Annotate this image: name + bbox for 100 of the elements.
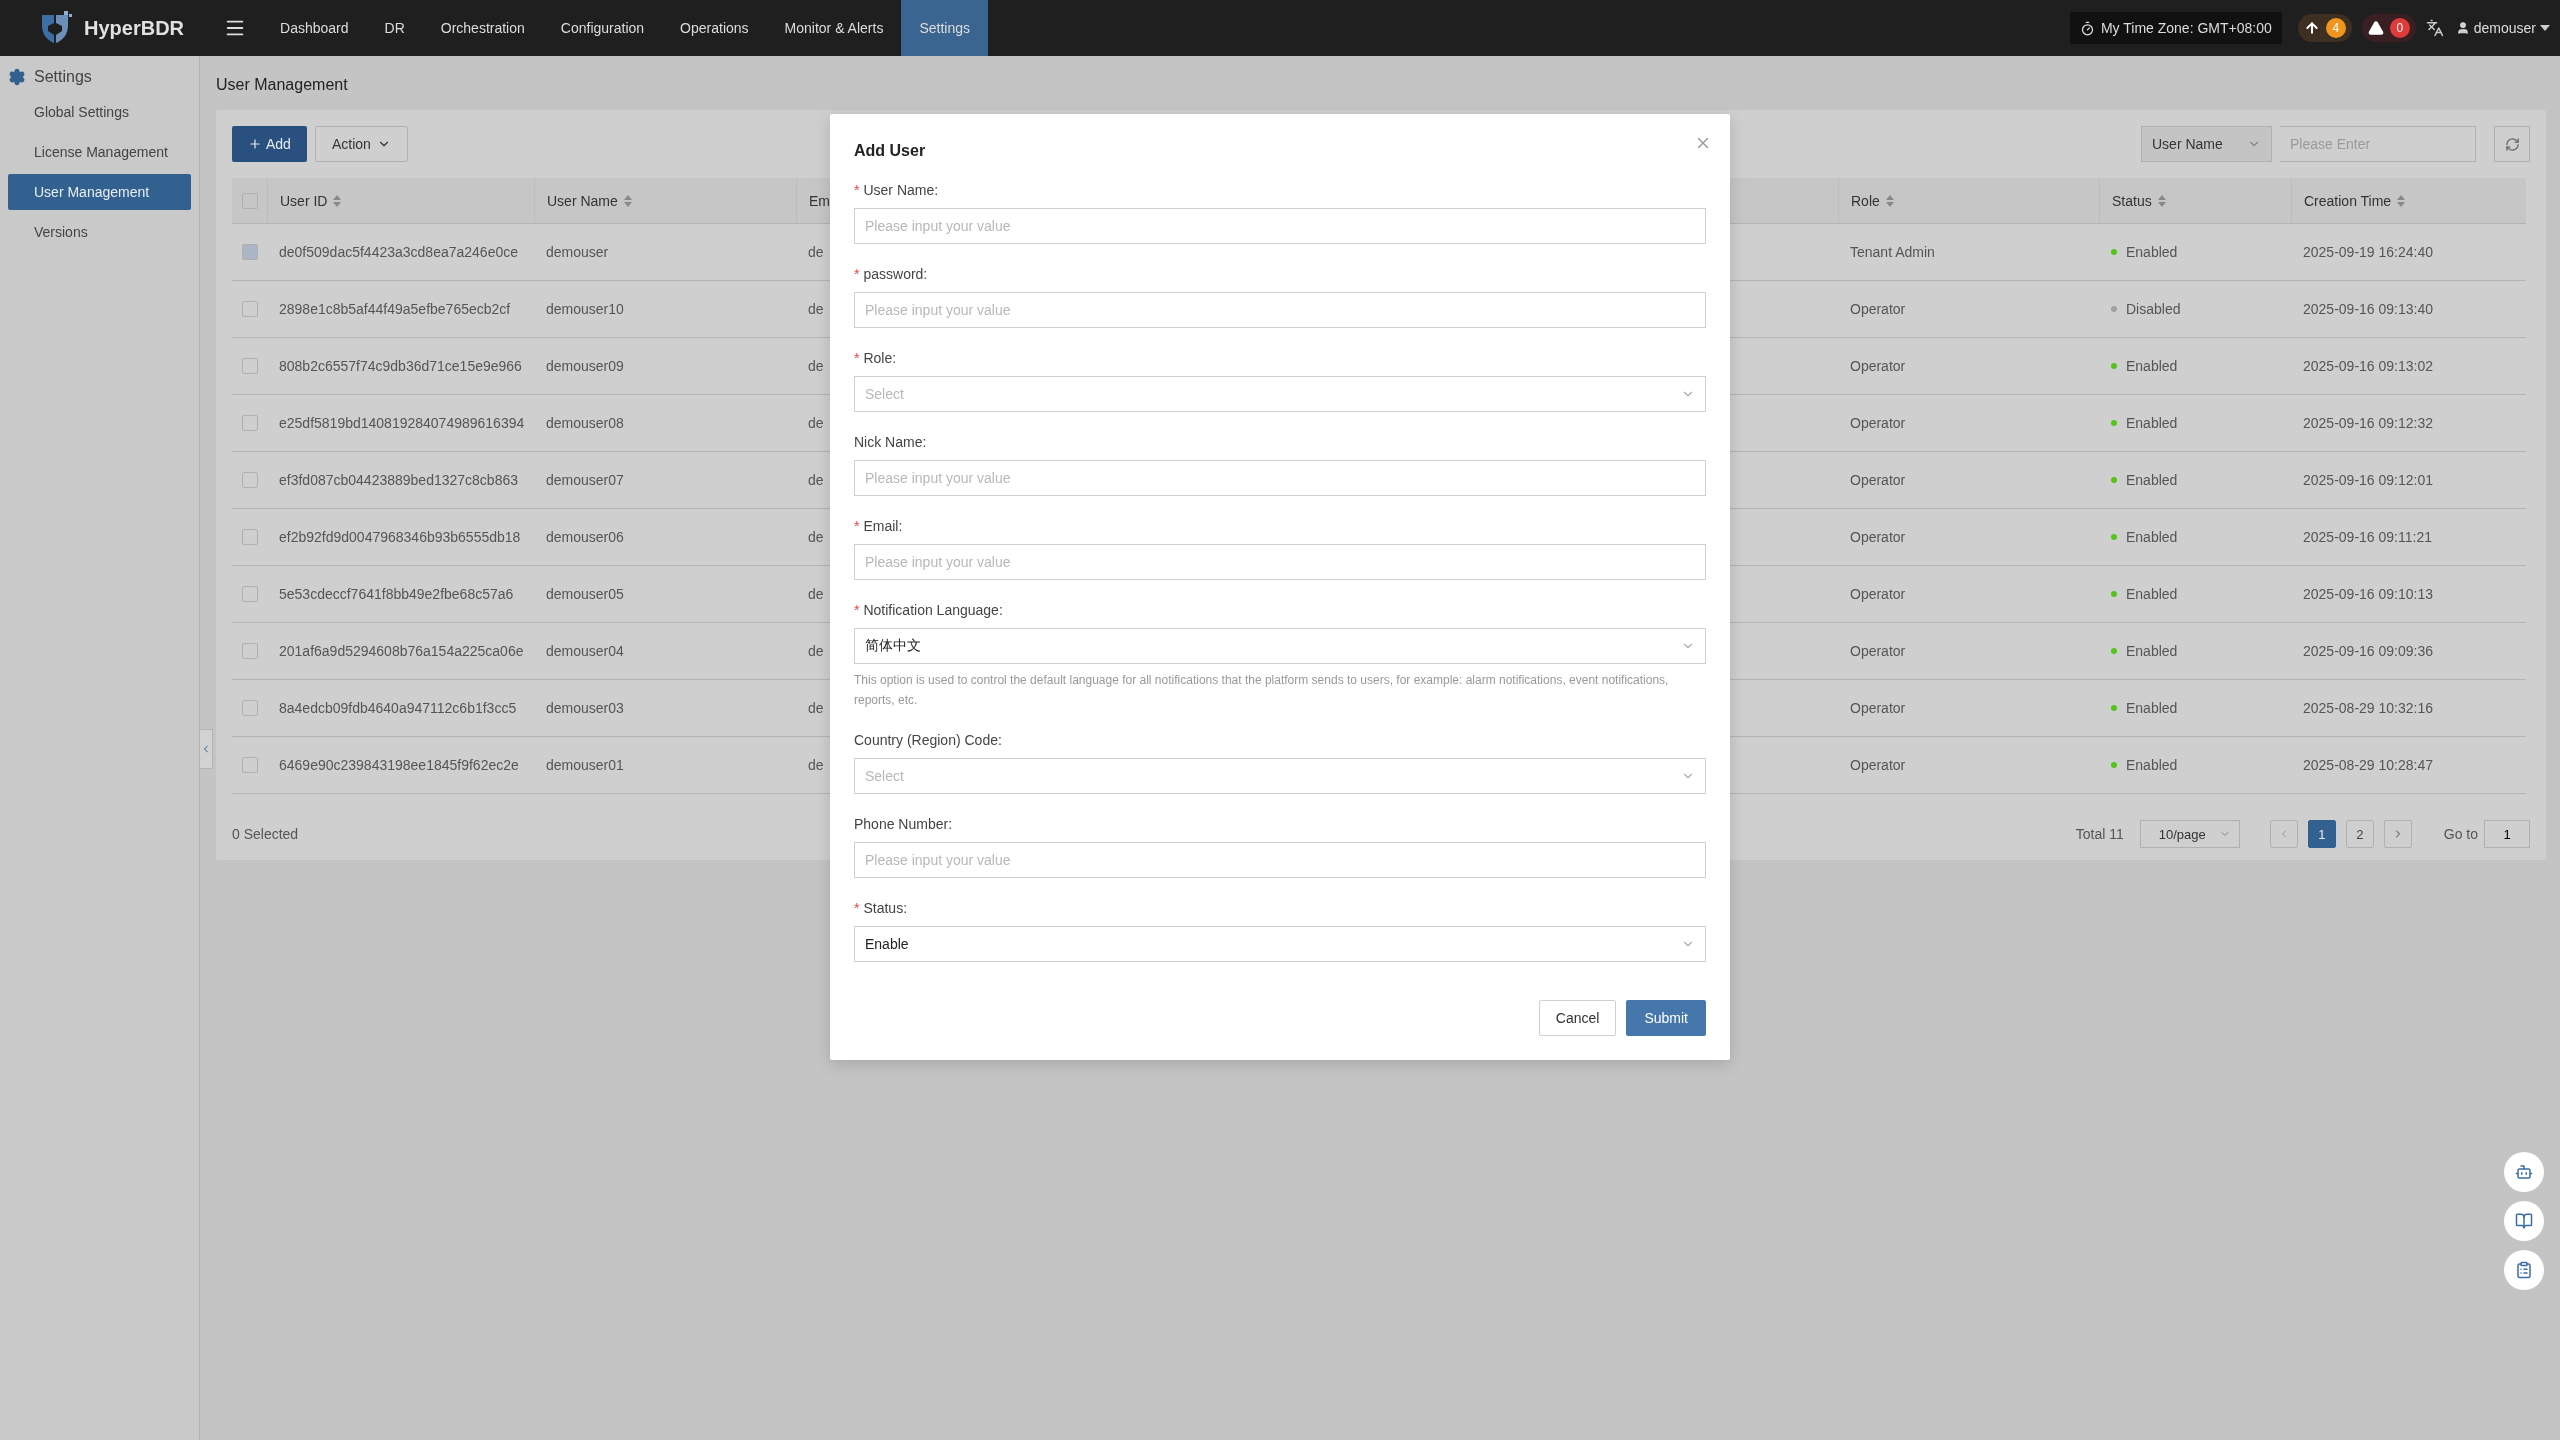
table-cell-text: demouser03 [546, 699, 624, 718]
column-header: Creation Time [2304, 192, 2392, 209]
time-zone-button[interactable]: My Time Zone: GMT+08:00 [2069, 12, 2282, 44]
row-checkbox[interactable] [241, 358, 258, 374]
page-button[interactable]: 1 [2307, 820, 2336, 848]
required-mark: * [854, 900, 860, 916]
sort-icon[interactable] [2397, 194, 2406, 207]
row-checkbox[interactable] [241, 301, 258, 317]
row-checkbox[interactable] [241, 415, 258, 431]
field-label: Nick Name: [854, 434, 927, 450]
nav-tab[interactable]: DR [366, 0, 423, 56]
dialog-title: Add User [854, 142, 926, 160]
nav-tab[interactable]: Orchestration [422, 0, 543, 56]
status-text: Disabled [2126, 300, 2181, 319]
input-field[interactable]: Please input your value [854, 544, 1706, 580]
add-button[interactable]: Add [232, 126, 307, 162]
sort-icon[interactable] [1885, 194, 1894, 207]
alert-badge[interactable]: 0 [2361, 14, 2416, 42]
input-field[interactable]: Please input your value [854, 842, 1706, 878]
table-cell-text: 6469e90c239843198ee1845f9f62ec2e [279, 756, 520, 775]
table-cell-text: 2025-09-16 09:12:01 [2303, 471, 2433, 490]
column-header: Em [809, 192, 830, 209]
sidebar-item[interactable]: Global Settings [8, 94, 191, 130]
page-button[interactable]: 2 [2345, 820, 2374, 848]
user-menu[interactable]: demouser [2455, 20, 2550, 36]
table-cell-text: Operator [1850, 642, 1906, 661]
row-checkbox[interactable] [241, 757, 258, 773]
status-text: Enabled [2126, 357, 2178, 376]
table-cell-text: Operator [1850, 414, 1906, 433]
table-cell-text: Operator [1850, 300, 1906, 319]
sidebar-item[interactable]: License Management [8, 134, 191, 170]
table-cell-text: demouser07 [546, 471, 624, 490]
table-cell-text: de [808, 756, 824, 775]
action-dropdown[interactable]: Action [314, 126, 408, 162]
time-zone-label: My Time Zone: GMT+08:00 [2100, 20, 2272, 36]
goto-field[interactable]: 1 [2484, 820, 2530, 848]
previous-page-button[interactable] [2269, 820, 2298, 848]
input-field[interactable]: Please input your value [854, 292, 1706, 328]
goto-label: Go to [2443, 826, 2478, 842]
warning-icon [2367, 20, 2384, 36]
field-hint: This option is used to control the default language for all notifications that the platform sends to users, for example: alarm notifications, event notifications, reports, etc. [854, 672, 1670, 709]
filter-select[interactable]: User Name [2141, 126, 2272, 162]
table-cell-text: 2025-08-29 10:28:47 [2303, 756, 2433, 775]
page-size-select[interactable]: 10/page [2139, 820, 2240, 848]
table-cell-text: de [808, 528, 824, 547]
input-field[interactable]: Please input your value [854, 460, 1706, 496]
collapse-button[interactable] [199, 729, 213, 769]
required-mark: * [854, 602, 860, 618]
table-cell-text: 2898e1c8b5af44f49a5efbe765ecb2cf [279, 300, 512, 319]
nav-tab[interactable]: Dashboard [262, 0, 367, 56]
required-mark: * [854, 266, 860, 282]
next-page-button[interactable] [2383, 820, 2412, 848]
row-checkbox[interactable] [241, 700, 258, 716]
table-cell-text: demouser08 [546, 414, 624, 433]
status-text: Enabled [2126, 585, 2178, 604]
sort-icon[interactable] [623, 194, 632, 207]
nav-tab[interactable]: Operations [662, 0, 767, 56]
nav-tab[interactable]: Configuration [542, 0, 663, 56]
field-label: password: [863, 266, 928, 282]
nav-tab[interactable]: Settings [901, 0, 988, 56]
table-cell-text: 2025-09-16 09:13:02 [2303, 357, 2433, 376]
table-cell-text: de [808, 243, 824, 262]
sort-icon[interactable] [2157, 194, 2166, 207]
caret-icon [2540, 25, 2550, 31]
select-field[interactable]: Enable [854, 926, 1706, 962]
robot-button[interactable] [2504, 1152, 2544, 1192]
row-checkbox[interactable] [241, 472, 258, 488]
table-cell-text: demouser01 [546, 756, 624, 775]
status-text: Enabled [2126, 243, 2178, 262]
cancel-button[interactable]: Cancel [1538, 1000, 1617, 1036]
row-checkbox[interactable] [241, 643, 258, 659]
input-field[interactable]: Please input your value [854, 208, 1706, 244]
column-header: User ID [280, 192, 328, 209]
book-icon [2515, 1212, 2533, 1230]
required-mark: * [854, 350, 860, 366]
table-cell-text: ef2b92fd9d0047968346b93b6555db18 [279, 528, 522, 547]
gear-icon [8, 68, 26, 86]
alert-count: 0 [2389, 18, 2410, 38]
sort-icon[interactable] [333, 194, 342, 207]
row-checkbox[interactable] [241, 586, 258, 602]
table-cell-text: Operator [1850, 357, 1906, 376]
submit-button[interactable]: Submit [1626, 1000, 1706, 1036]
table-cell-text: de [808, 699, 824, 718]
clipboard-button[interactable] [2504, 1250, 2544, 1290]
book-button[interactable] [2504, 1201, 2544, 1241]
sidebar-item[interactable]: User Management [8, 174, 191, 210]
translate-icon[interactable] [2425, 19, 2444, 37]
select-field[interactable]: 简体中文 [854, 628, 1706, 664]
sidebar-item[interactable]: Versions [8, 214, 191, 250]
table-cell-text: Operator [1850, 528, 1906, 547]
table-cell-text: de [808, 357, 824, 376]
status-text: Enabled [2126, 414, 2178, 433]
table-cell-text: demouser04 [546, 642, 624, 661]
timer-icon [2079, 20, 2095, 36]
nav-tab[interactable]: Monitor & Alerts [766, 0, 902, 56]
table-cell-text: demouser05 [546, 585, 624, 604]
refresh-icon [2504, 136, 2520, 152]
clipboard-icon [2515, 1261, 2533, 1279]
row-checkbox[interactable] [241, 529, 258, 545]
refresh-button[interactable] [2494, 126, 2530, 162]
